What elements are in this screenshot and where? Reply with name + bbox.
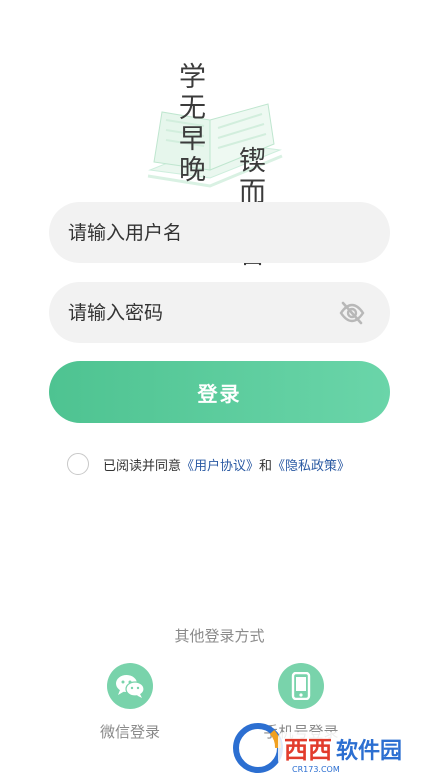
login-button[interactable]: 登录 [49, 361, 390, 423]
svg-text:软件园: 软件园 [336, 738, 402, 764]
username-input[interactable] [68, 221, 318, 244]
agreement-conjunction: 和 [259, 458, 273, 474]
agreement-checkbox[interactable] [67, 453, 89, 475]
privacy-policy-link[interactable]: 《隐私政策》 [272, 455, 350, 474]
phone-icon [291, 672, 311, 700]
wechat-login[interactable]: 微信登录 [80, 663, 180, 742]
phone-login-button[interactable] [278, 663, 324, 709]
wechat-login-label: 微信登录 [99, 723, 160, 741]
svg-text:西西: 西西 [284, 736, 332, 764]
slogan-line-1: 学无早晚 [174, 62, 205, 186]
password-field[interactable] [49, 282, 390, 343]
open-book-illustration [147, 103, 283, 188]
wechat-login-button[interactable] [107, 663, 153, 709]
other-login-title: 其他登录方式 [174, 627, 265, 645]
site-watermark-logo: 西西 软件园 CR173.COM [233, 723, 428, 774]
password-input[interactable] [68, 301, 318, 324]
user-agreement-link[interactable]: 《用户协议》 [181, 455, 259, 474]
login-page: 学无早晚 锲而不舍 登录 已阅读并同意 《用户协议》 和 《隐私政策》 其他登录… [0, 0, 439, 780]
svg-text:CR173.COM: CR173.COM [292, 765, 340, 774]
wechat-icon [116, 675, 145, 698]
agreement-row: 已阅读并同意 《用户协议》 和 《隐私政策》 [67, 453, 350, 475]
username-field[interactable] [49, 202, 390, 263]
eye-off-icon[interactable] [338, 299, 366, 327]
agreement-prefix: 已阅读并同意 [103, 458, 182, 474]
